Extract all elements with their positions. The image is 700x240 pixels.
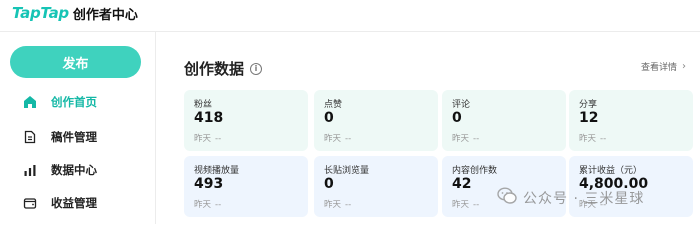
wechat-icon bbox=[497, 187, 517, 209]
chevron-right-icon: › bbox=[682, 61, 687, 72]
stat-yesterday: 昨天 -- bbox=[452, 134, 480, 144]
stat-value: 12 bbox=[579, 110, 599, 126]
stat-value: 0 bbox=[324, 110, 334, 126]
stat-label: 长贴浏览量 bbox=[324, 166, 370, 176]
sidebar-item-home[interactable]: 创作首页 bbox=[22, 91, 97, 113]
view-details-label: 查看详情 bbox=[641, 63, 678, 73]
document-icon bbox=[22, 129, 38, 145]
stat-yesterday: 昨天 -- bbox=[579, 134, 607, 144]
sidebar: 发布 创作首页 稿件管理 数据中心 收益管理 bbox=[0, 32, 156, 224]
bar-chart-icon bbox=[22, 162, 38, 178]
sidebar-item-data-center[interactable]: 数据中心 bbox=[22, 159, 97, 181]
stat-card-video-plays[interactable]: 视频播放量 493 昨天 -- bbox=[184, 156, 308, 217]
stat-card-post-views[interactable]: 长贴浏览量 0 昨天 -- bbox=[314, 156, 438, 217]
stat-card-fans[interactable]: 粉丝 418 昨天 -- bbox=[184, 90, 308, 151]
sidebar-item-label: 创作首页 bbox=[51, 95, 97, 109]
sidebar-item-label: 数据中心 bbox=[51, 163, 97, 177]
info-icon[interactable]: i bbox=[250, 62, 263, 75]
stat-label: 评论 bbox=[452, 100, 471, 110]
section-title: 创作数据 i bbox=[184, 58, 263, 79]
stat-card-likes[interactable]: 点赞 0 昨天 -- bbox=[314, 90, 438, 151]
app-logo[interactable]: TapTap 创作者中心 bbox=[12, 3, 138, 23]
stat-label: 点赞 bbox=[324, 100, 343, 110]
stat-label: 分享 bbox=[579, 100, 598, 110]
stat-yesterday: 昨天 -- bbox=[194, 134, 222, 144]
stat-value: 493 bbox=[194, 176, 224, 192]
stat-value: 418 bbox=[194, 110, 224, 126]
stat-yesterday: 昨天 -- bbox=[194, 200, 222, 210]
stat-label: 累计收益（元） bbox=[579, 166, 643, 176]
stat-yesterday: 昨天 -- bbox=[324, 200, 352, 210]
publish-button[interactable]: 发布 bbox=[10, 46, 141, 78]
stat-value: 0 bbox=[324, 176, 334, 192]
logo-subtitle: 创作者中心 bbox=[72, 7, 138, 23]
stat-value: 0 bbox=[452, 110, 462, 126]
stat-yesterday: 昨天 -- bbox=[452, 200, 480, 210]
stat-card-shares[interactable]: 分享 12 昨天 -- bbox=[569, 90, 693, 151]
stat-label: 粉丝 bbox=[194, 100, 213, 110]
stat-label: 内容创作数 bbox=[452, 166, 498, 176]
wallet-icon bbox=[22, 195, 38, 211]
stat-card-comments[interactable]: 评论 0 昨天 -- bbox=[442, 90, 566, 151]
view-details-link[interactable]: 查看详情 › bbox=[641, 60, 686, 73]
sidebar-item-manuscripts[interactable]: 稿件管理 bbox=[22, 126, 97, 148]
sidebar-item-earnings[interactable]: 收益管理 bbox=[22, 192, 97, 214]
stat-yesterday: 昨天 -- bbox=[324, 134, 352, 144]
section-title-text: 创作数据 bbox=[184, 60, 245, 78]
logo-wordmark: TapTap bbox=[12, 4, 69, 22]
stat-value: 42 bbox=[452, 176, 472, 192]
sidebar-item-label: 收益管理 bbox=[51, 196, 97, 210]
home-icon bbox=[22, 94, 38, 110]
sidebar-item-label: 稿件管理 bbox=[51, 130, 97, 144]
wechat-watermark: 公众号 · 三米星球 bbox=[497, 187, 644, 209]
top-bar: TapTap 创作者中心 bbox=[0, 0, 700, 28]
watermark-text: 公众号 · 三米星球 bbox=[523, 191, 645, 207]
stat-label: 视频播放量 bbox=[194, 166, 240, 176]
